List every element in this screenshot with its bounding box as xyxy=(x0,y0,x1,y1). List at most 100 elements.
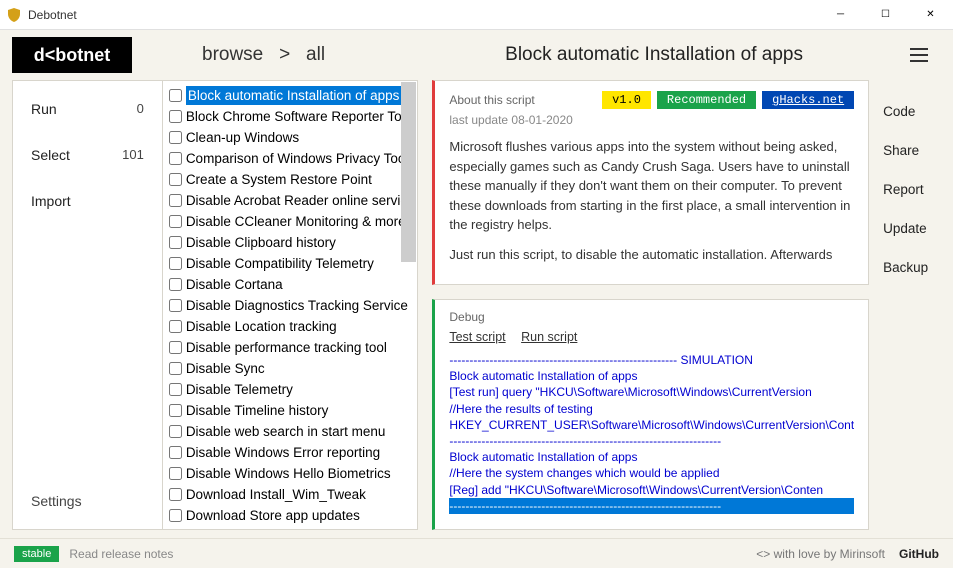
list-item-checkbox[interactable] xyxy=(169,173,182,186)
nav-select[interactable]: Select 101 xyxy=(31,147,144,163)
titlebar: Debotnet ─ ☐ ✕ xyxy=(0,0,953,30)
list-item[interactable]: Disable Sync xyxy=(167,358,414,379)
list-item[interactable]: Clean-up Windows xyxy=(167,127,414,148)
list-item[interactable]: Disable Windows Error reporting xyxy=(167,442,414,463)
list-item-checkbox[interactable] xyxy=(169,467,182,480)
list-item-label: Disable Telemetry xyxy=(186,380,293,399)
list-item-label: Block automatic Installation of apps xyxy=(186,86,402,105)
list-item[interactable]: Disable web search in start menu xyxy=(167,421,414,442)
stable-badge: stable xyxy=(14,546,59,562)
about-card: About this script v1.0 Recommended gHack… xyxy=(432,80,869,285)
test-script-link[interactable]: Test script xyxy=(449,330,505,344)
list-item-checkbox[interactable] xyxy=(169,404,182,417)
list-item-label: Disable Cortana xyxy=(186,275,283,294)
list-item[interactable]: Disable Clipboard history xyxy=(167,232,414,253)
list-item-checkbox[interactable] xyxy=(169,320,182,333)
logo: d<botnet xyxy=(12,37,132,73)
detail-pane: About this script v1.0 Recommended gHack… xyxy=(432,80,869,530)
list-item-label: Disable web search in start menu xyxy=(186,422,386,441)
close-button[interactable]: ✕ xyxy=(908,0,953,30)
github-link[interactable]: GitHub xyxy=(899,547,939,561)
list-item-label: Disable Clipboard history xyxy=(186,233,336,252)
about-text-2: Just run this script, to disable the aut… xyxy=(449,245,854,265)
list-item-label: Create a System Restore Point xyxy=(186,170,372,189)
list-item[interactable]: Disable Cortana xyxy=(167,274,414,295)
action-update[interactable]: Update xyxy=(883,221,941,236)
list-item-checkbox[interactable] xyxy=(169,341,182,354)
action-report[interactable]: Report xyxy=(883,182,941,197)
list-item[interactable]: Disable Compatibility Telemetry xyxy=(167,253,414,274)
list-item[interactable]: Comparison of Windows Privacy Tools xyxy=(167,148,414,169)
list-item-label: Disable Location tracking xyxy=(186,317,337,336)
list-item-label: Disable Windows Hello Biometrics xyxy=(186,464,391,483)
list-item-checkbox[interactable] xyxy=(169,299,182,312)
script-list: Block automatic Installation of apps Bloc… xyxy=(163,80,419,530)
list-item-label: Clean-up Windows xyxy=(186,128,299,147)
source-link[interactable]: gHacks.net xyxy=(762,91,854,109)
maximize-button[interactable]: ☐ xyxy=(863,0,908,30)
credit: <> with love by Mirinsoft xyxy=(756,547,885,561)
list-item-checkbox[interactable] xyxy=(169,509,182,522)
list-item-checkbox[interactable] xyxy=(169,89,182,102)
list-item-checkbox[interactable] xyxy=(169,446,182,459)
minimize-button[interactable]: ─ xyxy=(818,0,863,30)
list-item-checkbox[interactable] xyxy=(169,194,182,207)
list-item-checkbox[interactable] xyxy=(169,362,182,375)
list-item[interactable]: Disable Windows Hello Biometrics xyxy=(167,463,414,484)
run-script-link[interactable]: Run script xyxy=(521,330,577,344)
release-notes-link[interactable]: Read release notes xyxy=(69,547,173,561)
list-item-checkbox[interactable] xyxy=(169,131,182,144)
debug-label: Debug xyxy=(449,310,854,324)
list-item-label: Download Install_Wim_Tweak xyxy=(186,485,366,504)
recommended-badge: Recommended xyxy=(657,91,756,109)
list-item[interactable]: Disable CCleaner Monitoring & more xyxy=(167,211,414,232)
header: d<botnet browse > all Block automatic In… xyxy=(0,30,953,80)
list-item-checkbox[interactable] xyxy=(169,383,182,396)
list-item-checkbox[interactable] xyxy=(169,488,182,501)
list-item-label: Disable performance tracking tool xyxy=(186,338,387,357)
list-item[interactable]: Create a System Restore Point xyxy=(167,169,414,190)
scrollbar[interactable] xyxy=(401,82,416,262)
list-item-label: Disable CCleaner Monitoring & more xyxy=(186,212,406,231)
page-title: Block automatic Installation of apps xyxy=(505,44,803,66)
action-code[interactable]: Code xyxy=(883,104,941,119)
window-title: Debotnet xyxy=(28,8,818,22)
action-share[interactable]: Share xyxy=(883,143,941,158)
nav-settings[interactable]: Settings xyxy=(31,493,144,509)
list-item-label: Download Store app updates xyxy=(186,506,360,525)
list-item[interactable]: Disable Location tracking xyxy=(167,316,414,337)
list-item[interactable]: Download Store app updates xyxy=(167,505,414,525)
list-item-label: Block Chrome Software Reporter Tool xyxy=(186,107,412,126)
action-backup[interactable]: Backup xyxy=(883,260,941,275)
menu-button[interactable] xyxy=(903,39,935,71)
list-item-checkbox[interactable] xyxy=(169,152,182,165)
list-item[interactable]: Disable Timeline history xyxy=(167,400,414,421)
nav-import[interactable]: Import xyxy=(31,193,144,209)
nav-run[interactable]: Run 0 xyxy=(31,101,144,117)
list-item-label: Disable Diagnostics Tracking Service xyxy=(186,296,408,315)
list-item-checkbox[interactable] xyxy=(169,425,182,438)
list-item-checkbox[interactable] xyxy=(169,236,182,249)
about-text-1: Microsoft flushes various apps into the … xyxy=(449,137,854,235)
breadcrumb[interactable]: browse > all xyxy=(202,44,325,66)
list-item-checkbox[interactable] xyxy=(169,257,182,270)
list-item-label: Disable Sync xyxy=(186,359,265,378)
footer: stable Read release notes <> with love b… xyxy=(0,538,953,568)
list-item-label: Disable Timeline history xyxy=(186,401,329,420)
list-item-checkbox[interactable] xyxy=(169,110,182,123)
list-item[interactable]: Download Install_Wim_Tweak xyxy=(167,484,414,505)
list-item[interactable]: Block automatic Installation of apps xyxy=(167,85,414,106)
list-item[interactable]: Disable Telemetry xyxy=(167,379,414,400)
list-item-label: Disable Windows Error reporting xyxy=(186,443,380,462)
list-item[interactable]: Disable Diagnostics Tracking Service xyxy=(167,295,414,316)
list-item-checkbox[interactable] xyxy=(169,278,182,291)
list-item-label: Disable Acrobat Reader online service xyxy=(186,191,414,210)
list-item-label: Disable Compatibility Telemetry xyxy=(186,254,374,273)
sidebar-right: Code Share Report Update Backup xyxy=(869,80,941,530)
list-item-checkbox[interactable] xyxy=(169,215,182,228)
main: Run 0 Select 101 Import Settings Block a… xyxy=(0,80,953,530)
list-item[interactable]: Disable Acrobat Reader online service xyxy=(167,190,414,211)
list-item[interactable]: Block Chrome Software Reporter Tool xyxy=(167,106,414,127)
app-icon xyxy=(6,7,22,23)
list-item[interactable]: Disable performance tracking tool xyxy=(167,337,414,358)
